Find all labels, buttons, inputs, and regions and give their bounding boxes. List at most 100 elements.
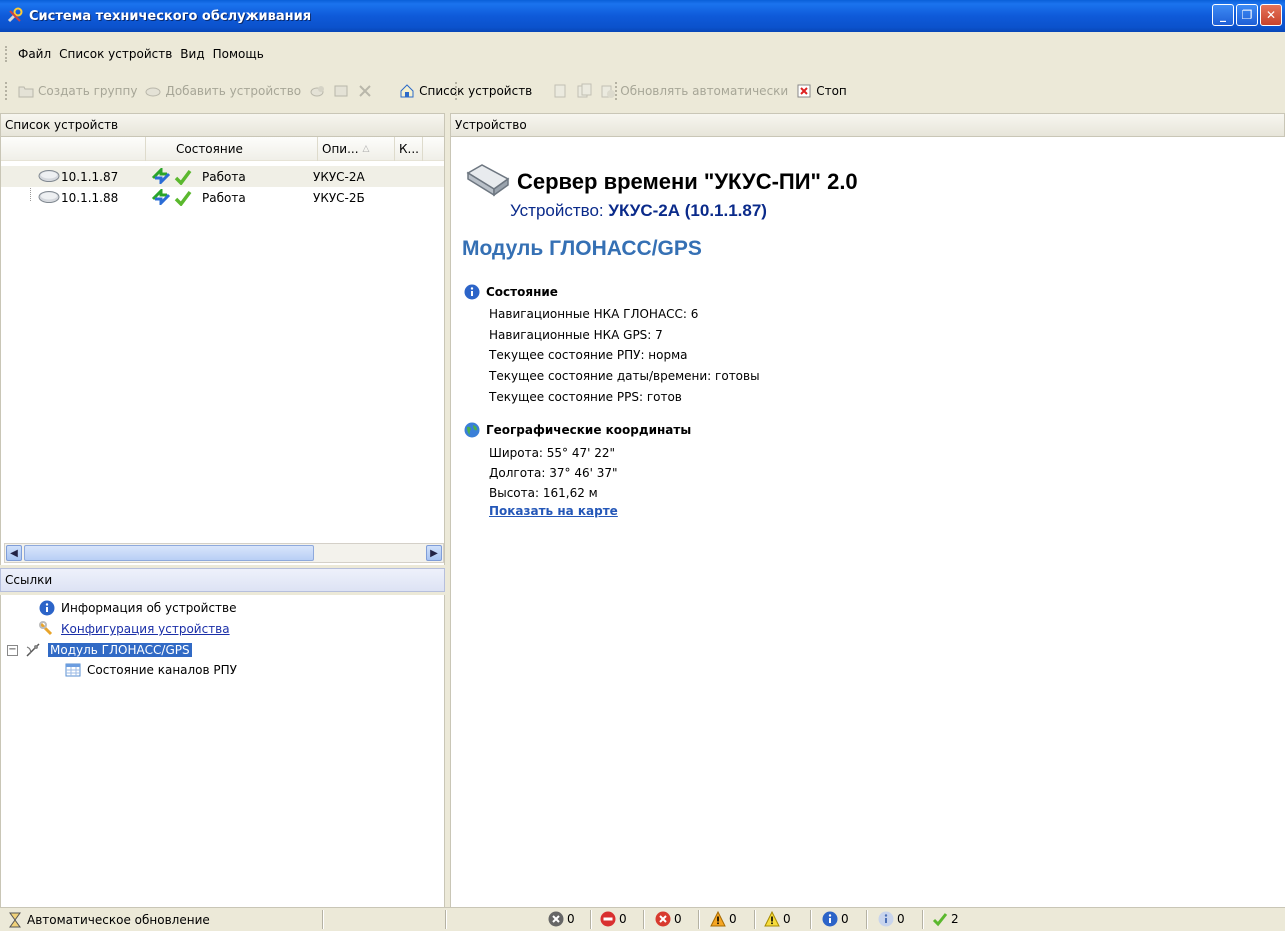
geo-line: Высота: 161,62 м (489, 486, 598, 500)
refresh-button[interactable] (548, 80, 572, 102)
warning-yellow-icon (764, 911, 780, 927)
column-k[interactable]: К... (395, 136, 423, 161)
wrench-app-icon (7, 7, 23, 23)
scroll-right-button[interactable]: ▶ (426, 545, 442, 561)
status-separator (590, 910, 592, 929)
info-count: 0 (822, 911, 849, 927)
link-device-config[interactable]: Конфигурация устройства (39, 621, 230, 637)
scroll-thumb[interactable] (24, 545, 314, 561)
check-icon (174, 190, 192, 206)
module-title: Модуль ГЛОНАСС/GPS (462, 237, 702, 260)
menu-help[interactable]: Помощь (209, 47, 268, 61)
info-icon (464, 284, 480, 300)
delete-button[interactable] (353, 80, 377, 102)
show-on-map-link[interactable]: Показать на карте (489, 504, 618, 518)
satellite-icon (26, 643, 40, 657)
globe-icon (464, 422, 480, 438)
info-icon (39, 600, 55, 616)
column-description[interactable]: Опи... △ (318, 136, 395, 161)
sort-ascending-icon: △ (362, 143, 370, 154)
link-device-info[interactable]: Информация об устройстве (39, 600, 237, 616)
status-bar: Автоматическое обновление 0 0 0 0 0 0 0 … (0, 907, 1285, 931)
maximize-button[interactable]: ❐ (1236, 4, 1258, 26)
toolbar-grip[interactable] (5, 82, 8, 100)
device-list-button[interactable]: Список устройств (395, 80, 536, 102)
close-button[interactable]: ✕ (1260, 4, 1282, 26)
table-row[interactable]: 10.1.1.88 Работа УКУС-2Б (1, 187, 444, 208)
state-line: Навигационные НКА GPS: 7 (489, 328, 663, 342)
server-device-icon (466, 164, 510, 197)
create-group-button[interactable]: Создать группу (14, 80, 141, 102)
blocked-count: 0 (600, 911, 627, 927)
device-settings-button[interactable] (305, 80, 329, 102)
geo-line: Широта: 55° 47' 22" (489, 446, 616, 460)
device-ip: 10.1.1.87 (61, 169, 119, 184)
device-icon (145, 87, 161, 97)
status-separator (643, 910, 645, 929)
no-entry-icon (600, 911, 616, 927)
table-row[interactable]: 10.1.1.87 Работа УКУС-2А (1, 166, 444, 187)
menu-grip[interactable] (5, 46, 8, 62)
toolbar-separator (455, 82, 458, 100)
ok-count: 2 (932, 911, 959, 927)
device-description: УКУС-2Б (313, 190, 365, 205)
table-icon (65, 663, 81, 677)
refresh-icon (554, 84, 566, 98)
links-panel: Информация об устройстве Конфигурация ус… (0, 595, 445, 907)
delete-icon (359, 85, 371, 97)
state-line: Текущее состояние РПУ: норма (489, 348, 688, 362)
warning-count: 0 (710, 911, 737, 927)
device-description: УКУС-2А (313, 169, 365, 184)
link-glonass-module[interactable]: − Модуль ГЛОНАСС/GPS (7, 642, 192, 658)
window-title: Система технического обслуживания (29, 8, 312, 24)
status-separator (698, 910, 700, 929)
minimize-button[interactable]: _ (1212, 4, 1234, 26)
debug-info-icon (878, 911, 894, 927)
home-icon (400, 84, 414, 98)
add-device-button[interactable]: Добавить устройство (141, 80, 305, 102)
refresh-all-icon (577, 83, 592, 98)
state-line: Текущее состояние даты/времени: готовы (489, 369, 760, 383)
state-line: Текущее состояние PPS: готов (489, 390, 682, 404)
state-section-title: Состояние (464, 284, 558, 300)
device-panel-header: Устройство (450, 113, 1285, 137)
error-count: 0 (655, 911, 682, 927)
stop-button[interactable]: Стоп (792, 80, 851, 102)
device-settings-icon (310, 86, 325, 97)
status-separator (754, 910, 756, 929)
device-prefix: Устройство: (510, 201, 604, 220)
error-icon (655, 911, 671, 927)
menu-device-list[interactable]: Список устройств (55, 47, 176, 61)
horizontal-scrollbar[interactable]: ◀ ▶ (4, 543, 444, 563)
minor-warning-count: 0 (764, 911, 791, 927)
critical-count: 0 (548, 911, 575, 927)
auto-update-status: Автоматическое обновление (8, 912, 210, 928)
auto-refresh-button[interactable]: Обновлять автоматически (596, 80, 792, 102)
column-name[interactable] (1, 136, 146, 161)
refresh-all-button[interactable] (572, 80, 596, 102)
menu-file[interactable]: Файл (14, 47, 55, 61)
stop-icon (797, 84, 811, 98)
links-header: Ссылки (0, 568, 445, 592)
column-status[interactable]: Состояние (146, 136, 318, 161)
status-separator (810, 910, 812, 929)
status-separator (866, 910, 868, 929)
device-status: Работа (202, 190, 246, 205)
check-icon (174, 169, 192, 185)
device-icon (38, 191, 60, 203)
menu-bar: Файл Список устройств Вид Помощь (0, 44, 1285, 64)
menu-view[interactable]: Вид (176, 47, 208, 61)
properties-button[interactable] (329, 80, 353, 102)
hourglass-icon (9, 912, 21, 928)
status-separator (322, 910, 324, 929)
sync-arrows-icon (151, 189, 171, 205)
scroll-left-button[interactable]: ◀ (6, 545, 22, 561)
link-rpu-channels[interactable]: Состояние каналов РПУ (65, 663, 237, 677)
status-separator (445, 910, 447, 929)
status-separator (922, 910, 924, 929)
device-list-panel: Состояние Опи... △ К... 10.1.1.87 Работа… (0, 136, 445, 565)
device-icon (38, 170, 60, 182)
device-name: УКУС-2А (10.1.1.87) (608, 201, 767, 220)
warning-icon (710, 911, 726, 927)
collapse-toggle-icon[interactable]: − (7, 644, 18, 656)
